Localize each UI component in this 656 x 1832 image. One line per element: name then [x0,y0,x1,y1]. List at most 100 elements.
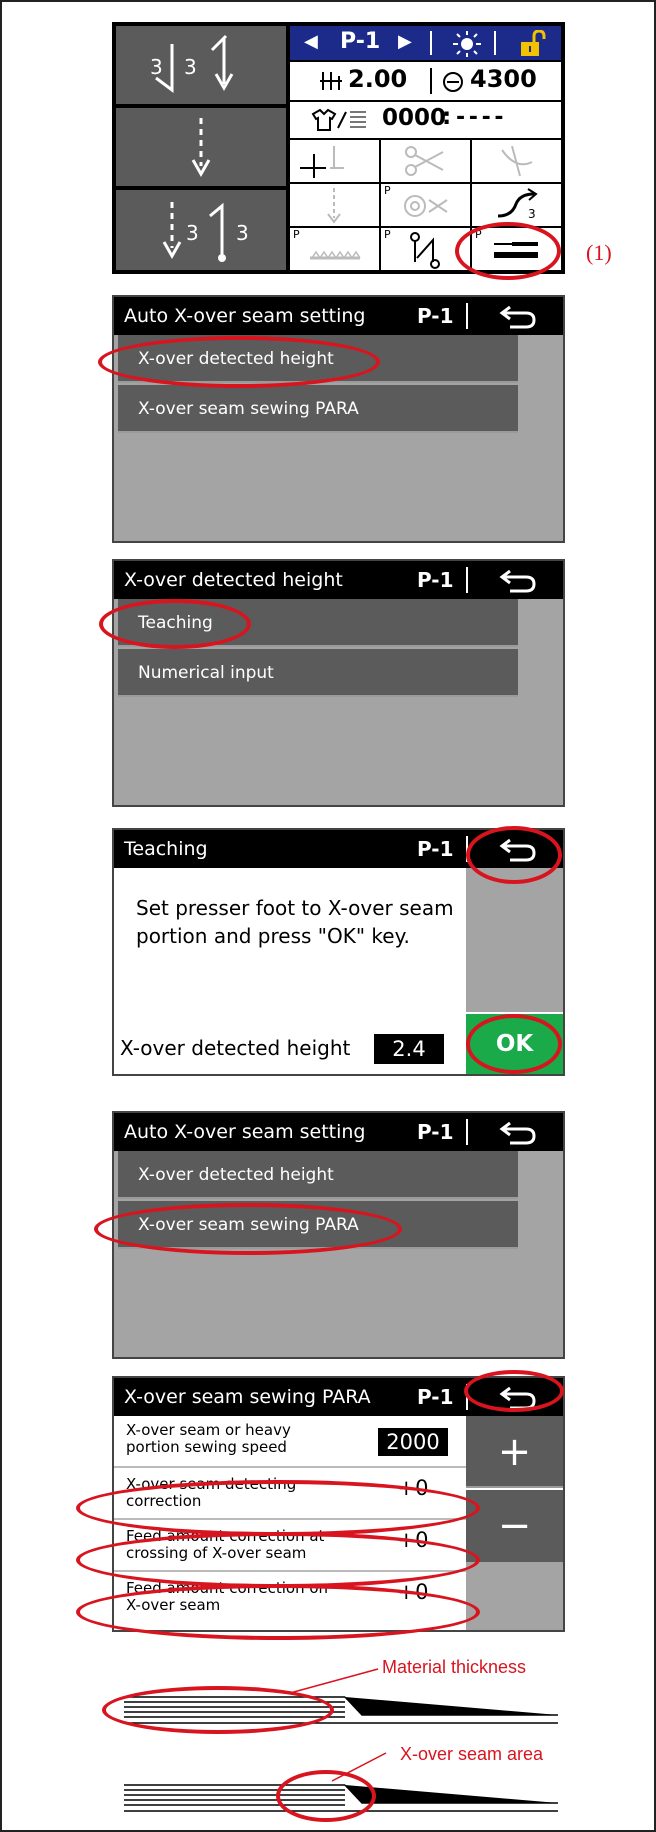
thread-clamp-key[interactable]: P [381,184,470,226]
back-arrow-icon[interactable] [498,303,538,329]
program-number: P-1 [417,1385,454,1409]
header-separator [466,567,468,593]
back-tack-end-key[interactable]: 3 3 [116,190,286,270]
menu-item-xover-detected-height[interactable]: X-over detected height [118,335,518,383]
led-light-icon[interactable] [450,30,484,58]
feed-key[interactable]: P [290,228,379,270]
stitch-speed-row: 2.00 4300 [290,62,561,100]
screen-title: Teaching [124,838,208,860]
param-label: Feed amount correction at crossing of X-… [126,1527,325,1562]
screen-title: Auto X-over seam setting [124,1121,366,1143]
back-arrow-icon[interactable] [498,567,538,593]
row-separator [430,68,432,94]
program-bar: ◀ P-1 ▶ [290,26,561,60]
param-row-detect-correction[interactable]: X-over seam detecting correction +0 [114,1470,466,1520]
detected-height-panel: X-over detected height P-1 Teaching Nume… [112,559,565,807]
menu-item-xover-detected-height[interactable]: X-over detected height [118,1151,518,1199]
xover-seam-icon [494,242,538,258]
thread-trimmer-key[interactable] [290,140,379,182]
thread-clamp-icon [404,195,448,217]
program-p-mark: P [384,228,391,241]
unlock-icon[interactable] [518,30,548,58]
screen-title: Auto X-over seam setting [124,305,366,327]
minus-button[interactable]: − [466,1490,563,1562]
param-row-feed-on-seam[interactable]: Feed amount correction on X-over seam +0 [114,1574,466,1630]
tack-count-left: 3 [186,221,199,245]
side-area [466,1562,563,1630]
condensed-stitch-key[interactable]: P [381,228,470,270]
xover-seam-key[interactable]: P [472,228,561,270]
program-number: P-1 [417,304,454,328]
menu-item-teaching[interactable]: Teaching [118,599,518,647]
counter-colon: : [442,104,452,130]
param-row-speed[interactable]: X-over seam or heavy portion sewing spee… [114,1416,466,1468]
thread-trimmer-icon [300,146,344,178]
center-arrow-icon [191,118,211,178]
menu-item-xover-seam-sewing-para[interactable]: X-over seam sewing PARA [118,385,518,433]
tack-count-right: 3 [184,55,197,79]
param-label: X-over seam detecting correction [126,1475,297,1510]
ok-button[interactable]: OK [466,1014,563,1074]
param-value: +0 [397,1528,429,1552]
back-tack-end-icon: 3 3 [162,202,249,262]
plus-button[interactable]: + [466,1416,563,1488]
function-key-grid: P 3 P P P [290,140,561,270]
condensed-stitch-icon [410,232,440,269]
curve-icon: 3 [497,188,538,221]
menu-item-numerical-input[interactable]: Numerical input [118,649,518,697]
side-area [466,868,563,1012]
prev-program-button[interactable]: ◀ [304,31,318,52]
program-number: P-1 [417,1120,454,1144]
thread-wiper-icon [501,145,533,177]
screen-header: X-over seam sewing PARA P-1 [114,1378,563,1416]
bar-separator-2 [494,31,496,55]
stitch-length-icon [320,72,342,90]
operation-panel: 3 3 3 3 ◀ P-1 ▶ 2.00 4300 0000: - - - -… [112,22,565,274]
back-arrow-icon[interactable] [498,1119,538,1145]
sewing-para-panel: X-over seam sewing PARA P-1 X-over seam … [112,1376,565,1632]
menu-item-xover-seam-sewing-para[interactable]: X-over seam sewing PARA [118,1201,518,1249]
header-separator [466,1119,468,1145]
callout-label: (1) [586,240,612,265]
param-row-feed-crossing[interactable]: Feed amount correction at crossing of X-… [114,1522,466,1572]
garment-counter-icon [311,108,366,131]
scissors-icon [405,146,444,176]
param-value: 2000 [378,1428,448,1456]
back-tack-start-key[interactable]: 3 3 [116,26,286,104]
feed-icon [310,250,361,260]
svg-text:3: 3 [528,207,536,221]
screen-header: Auto X-over seam setting P-1 [114,297,563,335]
program-number: P-1 [340,29,381,54]
program-p-mark: P [384,184,391,197]
speed-value: 4300 [470,65,537,93]
param-label: Feed amount correction on X-over seam [126,1579,329,1614]
thread-wiper-key[interactable] [472,140,561,182]
param-value: +0 [397,1580,429,1604]
height-label: X-over detected height [120,1036,351,1060]
counter-value: 0000 [382,105,447,131]
back-arrow-icon[interactable] [498,1384,538,1410]
needle-stop-icon [327,188,341,224]
auto-xover-panel-2: Auto X-over seam setting P-1 X-over dete… [112,1111,565,1359]
header-separator [466,303,468,329]
back-arrow-icon[interactable] [498,836,538,862]
bar-separator [430,31,432,55]
tack-count-left: 3 [150,55,163,79]
label-material-thickness: Material thickness [382,1657,527,1677]
screen-title: X-over seam sewing PARA [124,1386,371,1408]
needle-stop-key[interactable] [290,184,379,226]
program-number: P-1 [417,568,454,592]
param-value: +0 [397,1476,429,1500]
next-program-button[interactable]: ▶ [398,31,412,52]
counter-dashes: - - - - [456,105,503,130]
counter-row[interactable]: 0000 : - - - - [290,102,561,138]
back-tack-start-icon: 3 3 [150,34,234,93]
teaching-message: Set presser foot to X-over seam portion … [136,896,454,948]
center-key[interactable] [116,108,286,186]
tack-count-right: 3 [236,221,249,245]
auto-xover-panel: Auto X-over seam setting P-1 X-over dete… [112,295,565,543]
scissors-key[interactable] [381,140,470,182]
curve-key[interactable]: 3 [472,184,561,226]
label-xover-seam-area: X-over seam area [400,1744,544,1764]
program-p-mark: P [475,228,482,241]
